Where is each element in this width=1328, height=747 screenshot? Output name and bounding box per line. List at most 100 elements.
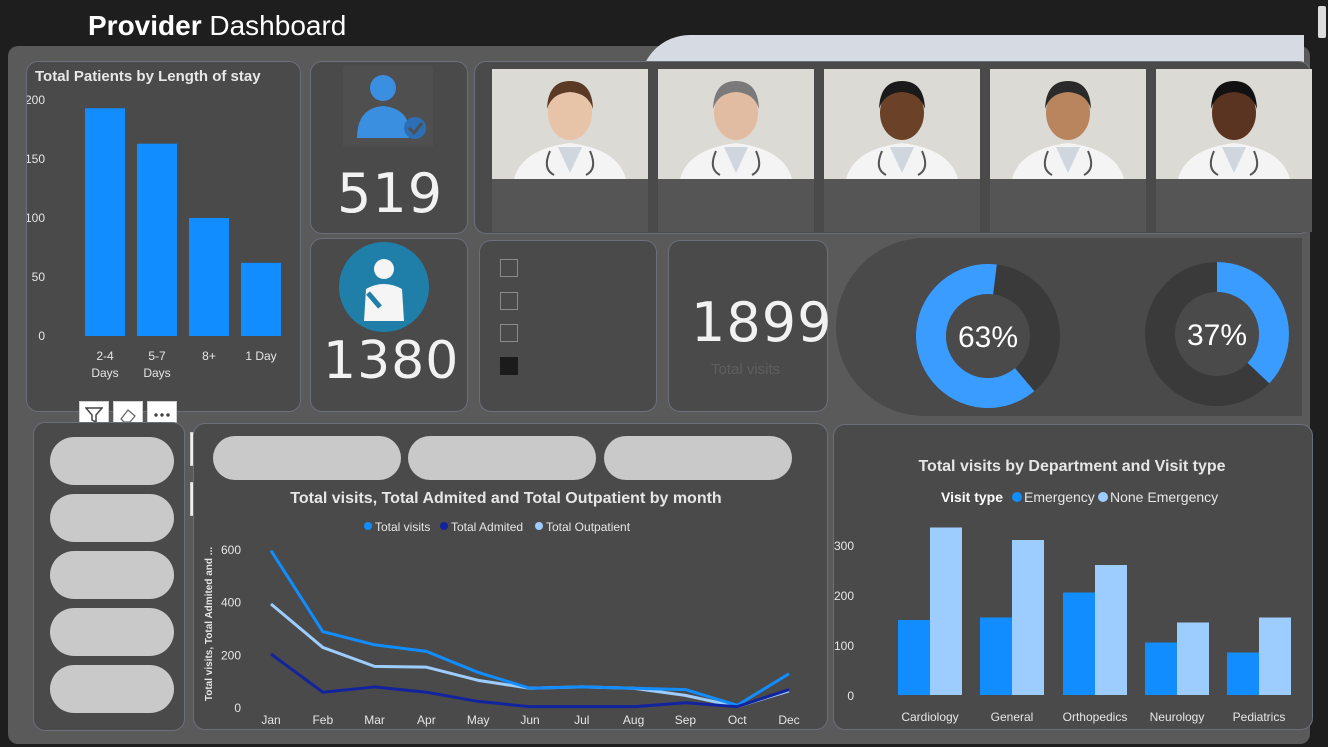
x-tick-label: May: [467, 713, 490, 727]
y-tick-label: 200: [27, 93, 45, 107]
bar: [1095, 565, 1127, 695]
donut-percent-label: 63%: [958, 321, 1018, 354]
bar: [930, 527, 962, 695]
legend-label: Total visits: [375, 520, 430, 534]
x-tick-label: Aug: [623, 713, 644, 727]
region-checkbox[interactable]: [500, 324, 518, 342]
legend-label: None Emergency: [1110, 489, 1218, 505]
x-tick-label: 5-7: [148, 349, 166, 363]
bar: [1259, 617, 1291, 695]
date-hierarchy-card: [33, 422, 185, 731]
legend-marker: [535, 522, 543, 530]
x-tick-label: Pediatrics: [1233, 710, 1286, 724]
donut-charts: 63% 37%: [916, 262, 1289, 408]
x-tick-label: Dec: [778, 713, 799, 727]
x-tick-label: Days: [143, 366, 170, 380]
date-level-button[interactable]: [50, 665, 174, 713]
person-check-icon: [343, 66, 433, 146]
visits-trend-card[interactable]: Total visits, Total Admited and Total Ou…: [193, 423, 828, 730]
doctor-card[interactable]: [1156, 69, 1312, 232]
injured-patient-icon: [339, 242, 429, 332]
doctor-portrait: [990, 69, 1146, 179]
bar: [1227, 652, 1259, 695]
doctor-card[interactable]: [492, 69, 648, 232]
date-level-button[interactable]: [50, 551, 174, 599]
doctor-portrait: [492, 69, 648, 179]
region-checkbox[interactable]: [500, 259, 518, 277]
legend-label: Total Admited: [451, 520, 523, 534]
y-tick-label: 200: [221, 648, 241, 662]
doctor-card[interactable]: [824, 69, 980, 232]
y-axis-label: Total visits, Total Admited and ...: [204, 547, 215, 701]
x-tick-label: Surgery: [991, 727, 1033, 729]
bar: [1012, 540, 1044, 695]
bar: [137, 143, 177, 336]
x-tick-label: Jul: [574, 713, 589, 727]
x-tick-label: 2-4: [96, 349, 114, 363]
bar: [85, 108, 125, 336]
visit-type-tab[interactable]: [213, 436, 401, 480]
x-tick-label: Jan: [261, 713, 280, 727]
doctor-portrait: [658, 69, 814, 179]
y-tick-label: 400: [221, 596, 241, 610]
date-level-button[interactable]: [50, 494, 174, 542]
admitted-value: 1380: [323, 331, 460, 391]
legend-marker: [440, 522, 448, 530]
doctor-photo: [824, 69, 980, 179]
total-visits-value: 1899: [691, 291, 833, 354]
series-line: [270, 602, 790, 709]
total-visits-kpi-card[interactable]: 1899 Total visits: [668, 240, 831, 412]
x-tick-label: General: [991, 710, 1034, 724]
region-checkbox[interactable]: [500, 291, 518, 310]
page-scrollbar[interactable]: [1318, 6, 1326, 38]
y-tick-label: 300: [834, 539, 854, 553]
doctor-photo: [1156, 69, 1312, 179]
region-option[interactable]: [500, 291, 527, 310]
length-of-stay-chart: 0 50 100 150 200 2-4 Days 5-7 Days 8+ 1 Day: [27, 93, 281, 380]
chart-title: Total visits by Department and Visit typ…: [918, 458, 1225, 475]
x-tick-label: Jun: [520, 713, 539, 727]
legend-marker: [364, 522, 372, 530]
region-option[interactable]: [500, 324, 527, 342]
y-tick-label: 100: [834, 639, 854, 653]
date-level-button[interactable]: [50, 437, 174, 485]
region-checkbox[interactable]: [500, 356, 518, 375]
doctor-card[interactable]: [658, 69, 814, 232]
y-tick-label: 100: [27, 211, 45, 225]
total-visits-label: Total visits: [711, 361, 781, 378]
bar: [241, 262, 281, 336]
x-tick-label: Feb: [312, 713, 333, 727]
x-tick-label: Neurology: [1150, 710, 1205, 724]
bar: [189, 218, 229, 336]
doctor-card[interactable]: [990, 69, 1146, 232]
bar: [1063, 592, 1095, 695]
x-tick-label: Apr: [417, 713, 436, 727]
region-option[interactable]: [500, 259, 527, 277]
patients-kpi-card[interactable]: 519: [310, 61, 468, 234]
doctor-photo: [492, 69, 648, 179]
department-card[interactable]: Total visits by Department and Visit typ…: [833, 424, 1313, 730]
y-tick-label: 0: [38, 329, 45, 343]
page-title-rest: Dashboard: [209, 10, 347, 41]
length-of-stay-card[interactable]: Total Patients by Length of stay 0 50 100 1…: [26, 61, 301, 412]
y-tick-label: 600: [221, 543, 241, 557]
donut-panel: 63% 37%: [836, 238, 1302, 416]
department-visits-chart: Total visits by Department and Visit typ…: [834, 458, 1291, 729]
y-tick-label: 0: [234, 701, 241, 715]
x-tick-label: Orthopedics: [1063, 710, 1128, 724]
patients-value: 519: [337, 162, 444, 225]
region-option[interactable]: [500, 356, 527, 375]
visit-type-tab[interactable]: [604, 436, 792, 480]
admitted-kpi-card[interactable]: 1380: [310, 238, 468, 412]
x-tick-label: Oct: [728, 713, 747, 727]
doctor-photo: [990, 69, 1146, 179]
doctor-portrait: [824, 69, 980, 179]
visit-type-tab[interactable]: [408, 436, 596, 480]
y-tick-label: 50: [32, 270, 46, 284]
date-level-button[interactable]: [50, 608, 174, 656]
x-tick-label: Cardiology: [901, 710, 958, 724]
legend-label: Emergency: [1024, 489, 1095, 505]
region-slicer[interactable]: [479, 240, 657, 412]
doctor-photo: [658, 69, 814, 179]
bar: [980, 617, 1012, 695]
